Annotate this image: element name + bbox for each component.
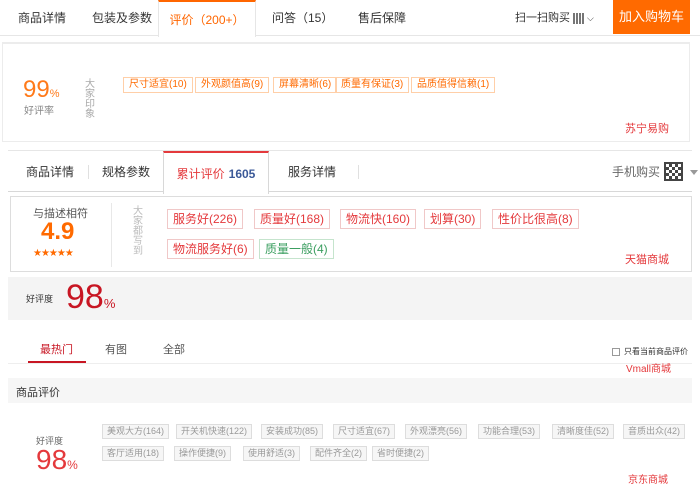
star-rating-icon: ★★★★★	[33, 248, 74, 259]
add-to-cart-button[interactable]: 加入购物车	[613, 0, 690, 34]
jd-tag[interactable]: 外观漂亮(56)	[405, 424, 468, 439]
qr-code-icon	[573, 12, 584, 24]
jd-tag[interactable]: 功能合理(53)	[478, 424, 541, 439]
tmall-tab-service[interactable]: 服务详情	[288, 151, 336, 193]
vmall-tab-hottest[interactable]: 最热门	[40, 341, 73, 357]
jd-tag[interactable]: 使用舒适(3)	[243, 446, 300, 461]
suning-tab-packaging[interactable]: 包装及参数	[92, 0, 152, 36]
jd-rating-unit: %	[67, 458, 78, 472]
suning-tab-bar: 商品详情 包装及参数 评价（200+） 问答（15） 售后保障 扫一扫购买 ⌵ 加…	[0, 0, 700, 37]
suning-tag[interactable]: 品质值得信赖(1)	[411, 77, 496, 93]
active-tab-indicator	[28, 361, 86, 363]
jd-tag[interactable]: 客厅适用(18)	[102, 446, 165, 461]
jd-tag[interactable]: 清晰度佳(52)	[552, 424, 615, 439]
tmall-tab-specs[interactable]: 规格参数	[102, 151, 150, 193]
vmall-tab-with-images[interactable]: 有图	[105, 341, 127, 357]
tmall-tag[interactable]: 划算(30)	[424, 209, 482, 229]
jd-tag[interactable]: 音质出众(42)	[623, 424, 686, 439]
tab-divider	[358, 165, 359, 179]
suning-rating: 99%	[23, 76, 59, 104]
tmall-tag[interactable]: 质量一般(4)	[259, 239, 334, 259]
qr-code-icon[interactable]	[664, 162, 683, 181]
jd-tag[interactable]: 省时便捷(2)	[372, 446, 429, 461]
suning-tag[interactable]: 质量有保证(3)	[335, 77, 410, 93]
jd-rating-value: 98	[36, 444, 68, 475]
current-product-only-checkbox[interactable]	[612, 348, 620, 356]
tmall-tab-reviews[interactable]: 累计评价 1605	[163, 151, 269, 194]
tmall-review-count: 1605	[228, 167, 256, 181]
tmall-tag[interactable]: 性价比很高(8)	[492, 209, 579, 229]
chevron-down-icon: ⌵	[587, 13, 594, 23]
vmall-rating-label: 好评度	[26, 294, 54, 304]
vmall-rating-value: 98	[66, 278, 104, 316]
jd-tag[interactable]: 开关机快速(122)	[176, 424, 253, 439]
suning-rating-label: 好评率	[24, 106, 54, 117]
tmall-tab-bar: 商品详情 规格参数 累计评价 1605 服务详情 手机购买	[8, 150, 698, 194]
jd-tag[interactable]: 安装成功(85)	[261, 424, 324, 439]
brand-label-vmall: Vmall商城	[626, 364, 672, 375]
suning-tag[interactable]: 外观颜值高(9)	[195, 77, 270, 93]
vmall-tab-all[interactable]: 全部	[163, 341, 185, 357]
tmall-phone-buy[interactable]: 手机购买	[612, 151, 660, 193]
jd-section-title: 商品评价	[16, 387, 60, 399]
current-product-only-label: 只看当前商品评价	[624, 347, 688, 356]
vmall-rating-unit: %	[103, 296, 116, 311]
brand-label-jd: 京东商城	[628, 475, 668, 486]
tmall-impression-label: 大家都写到	[133, 206, 143, 257]
tmall-tab-reviews-label: 累计评价	[176, 167, 225, 181]
suning-tag[interactable]: 屏幕清晰(6)	[273, 77, 338, 93]
suning-tab-details[interactable]: 商品详情	[18, 0, 66, 36]
suning-tag[interactable]: 尺寸适宜(10)	[123, 77, 193, 93]
suning-tab-qa[interactable]: 问答（15）	[272, 0, 333, 36]
jd-tag[interactable]: 配件齐全(2)	[310, 446, 367, 461]
jd-tag[interactable]: 操作便捷(9)	[174, 446, 231, 461]
tmall-tag[interactable]: 物流服务好(6)	[167, 239, 254, 259]
jd-tag[interactable]: 尺寸适宜(67)	[333, 424, 396, 439]
scan-to-buy-label: 扫一扫购买	[515, 12, 570, 24]
suning-tab-reviews[interactable]: 评价（200+）	[158, 0, 256, 37]
jd-rating: 98%	[36, 444, 78, 476]
brand-label-tmall: 天猫商城	[625, 254, 669, 266]
tmall-tab-details[interactable]: 商品详情	[26, 151, 74, 193]
vmall-rating-band: 好评度 98%	[8, 277, 692, 320]
suning-review-summary: 99% 好评率 大家印象 尺寸适宜(10) 外观颜值高(9) 屏幕清晰(6) 质…	[2, 42, 690, 142]
tab-divider	[88, 165, 89, 179]
suning-rating-value: 99	[23, 76, 50, 103]
jd-tag[interactable]: 美观大方(164)	[102, 424, 170, 439]
divider	[8, 363, 692, 364]
suning-impression-label: 大家印象	[85, 79, 95, 120]
scan-to-buy[interactable]: 扫一扫购买 ⌵	[515, 0, 594, 36]
chevron-down-icon[interactable]	[690, 170, 698, 175]
jd-section-header: 商品评价	[8, 378, 692, 403]
divider	[111, 203, 112, 267]
tmall-review-summary: 与描述相符 4.9 ★★★★★ 大家都写到 服务好(226) 质量好(168) …	[10, 196, 692, 272]
suning-rating-unit: %	[49, 88, 60, 100]
suning-tab-aftersale[interactable]: 售后保障	[358, 0, 406, 36]
tmall-tag[interactable]: 质量好(168)	[254, 209, 331, 229]
vmall-rating: 98%	[66, 278, 115, 317]
tmall-tag[interactable]: 物流快(160)	[340, 209, 417, 229]
tmall-score: 4.9	[41, 218, 75, 245]
tmall-tag[interactable]: 服务好(226)	[167, 209, 244, 229]
brand-label-suning: 苏宁易购	[625, 123, 669, 135]
